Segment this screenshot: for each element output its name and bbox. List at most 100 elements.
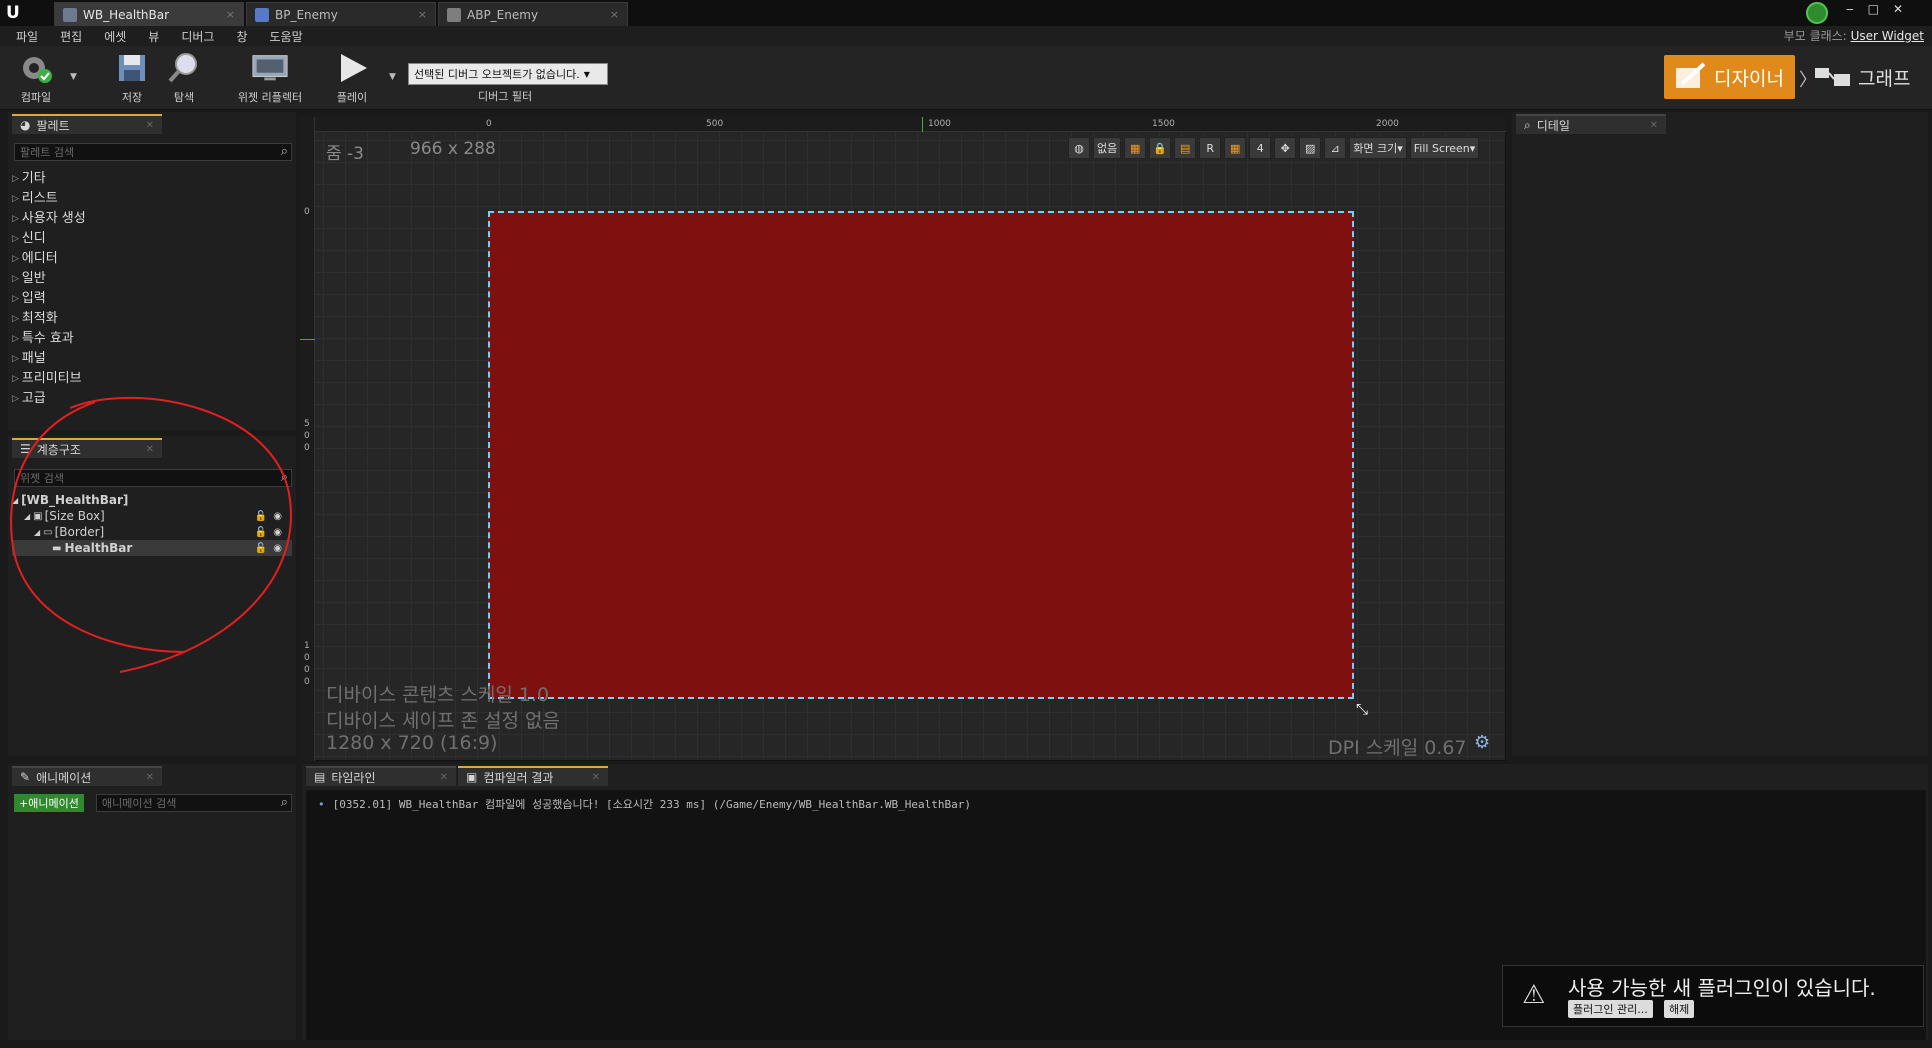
menu-help[interactable]: 도움말 bbox=[270, 28, 303, 45]
designer-mode-button[interactable]: 디자이너 bbox=[1664, 55, 1795, 99]
palette-category[interactable]: 사용자 생성 bbox=[12, 207, 86, 226]
palette-category[interactable]: 입력 bbox=[12, 287, 46, 306]
notification-text: 사용 가능한 새 플러그인이 있습니다. bbox=[1568, 976, 1876, 1000]
compile-options-chevron-icon[interactable]: ▼ bbox=[70, 72, 77, 82]
dismiss-button[interactable]: 해제 bbox=[1664, 1000, 1695, 1018]
preview-resolution: 1280 x 720 (16:9) bbox=[326, 732, 498, 754]
palette-category[interactable]: 기타 bbox=[12, 167, 46, 186]
compiler-icon: ▣ bbox=[466, 770, 478, 784]
save-icon bbox=[113, 50, 151, 86]
details-search-icon: ⌕ bbox=[1524, 117, 1531, 132]
annotation-circle bbox=[10, 396, 292, 673]
search-icon: ⌕ bbox=[280, 795, 288, 810]
tab-compiler-results[interactable]: ▣ 컴파일러 결과 ✕ bbox=[458, 766, 608, 786]
transform-icon[interactable]: ✥ bbox=[1274, 137, 1297, 159]
tab-bp-enemy[interactable]: BP_Enemy × bbox=[246, 2, 436, 26]
parent-class-link[interactable]: User Widget bbox=[1851, 29, 1924, 43]
menu-debug[interactable]: 디버그 bbox=[181, 28, 214, 45]
play-icon bbox=[333, 50, 371, 86]
debug-filter-label: 디버그 필터 bbox=[478, 90, 533, 103]
ruler-left: 0 5 0 0 1 0 0 0 bbox=[300, 117, 315, 761]
tab-timeline[interactable]: ▤ 타임라인 ✕ bbox=[306, 766, 456, 786]
monitor-icon bbox=[251, 50, 289, 86]
gear-icon[interactable]: ⚙ bbox=[1474, 732, 1490, 753]
widget-size: 966 x 288 bbox=[410, 139, 496, 159]
layout-icon[interactable]: ▤ bbox=[1174, 137, 1197, 159]
designer-icon bbox=[1676, 62, 1706, 88]
tab-details[interactable]: ⌕ 디테일 ✕ bbox=[1516, 114, 1666, 134]
parent-class: 부모 클래스: User Widget bbox=[1783, 29, 1924, 43]
palette-search-input[interactable]: 팔레트 검색 ⌕ bbox=[14, 143, 292, 161]
palette-category[interactable]: 특수 효과 bbox=[12, 327, 74, 346]
menu-window[interactable]: 창 bbox=[236, 28, 247, 45]
respect-locks-button[interactable]: R bbox=[1199, 137, 1222, 159]
tab-palette[interactable]: ◕ 팔레트 ✕ bbox=[12, 114, 162, 134]
dpi-scale: DPI 스케일 0.67 bbox=[1328, 737, 1467, 759]
close-icon[interactable]: ✕ bbox=[146, 772, 154, 783]
title-bar: U WB_HealthBar × BP_Enemy × ABP_Enemy × … bbox=[0, 0, 1932, 26]
source-control-icon[interactable] bbox=[1806, 2, 1828, 24]
widget-reflector-button[interactable]: 위젯 리플렉터 bbox=[230, 50, 310, 105]
blueprint-icon bbox=[255, 7, 269, 22]
ruler-marker bbox=[922, 117, 923, 132]
palette-category[interactable]: 패널 bbox=[12, 347, 46, 366]
zoom-level: 줌 -3 bbox=[326, 144, 364, 164]
canvas-toolbar: ◍ 없음 ▦ 🔒 ▤ R ▦ 4 ✥ ▨ ⊿ 화면 크기 ▾ Fill Scree… bbox=[1068, 137, 1480, 159]
fill-screen-dropdown[interactable]: Fill Screen ▾ bbox=[1409, 137, 1480, 159]
close-icon[interactable]: ✕ bbox=[592, 772, 600, 783]
lock-icon[interactable]: 🔒 bbox=[1149, 137, 1172, 159]
close-tab-icon[interactable]: × bbox=[226, 8, 235, 21]
magnifier-icon bbox=[165, 50, 203, 86]
animation-search-input[interactable]: 애니메이션 검색 ⌕ bbox=[96, 794, 292, 812]
grid-snap-button[interactable]: 4 bbox=[1249, 137, 1272, 159]
palette-category[interactable]: 프리미티브 bbox=[12, 367, 82, 386]
widget-blueprint-icon bbox=[63, 7, 77, 22]
palette-icon: ◕ bbox=[20, 118, 31, 132]
palette-category[interactable]: 신디 bbox=[12, 227, 46, 246]
bullet-icon: • bbox=[318, 798, 325, 811]
healthbar-widget[interactable] bbox=[488, 211, 1354, 699]
screen-size-dropdown[interactable]: 화면 크기 ▾ bbox=[1349, 137, 1407, 159]
tab-animations[interactable]: ✎ 애니메이션 ✕ bbox=[12, 766, 162, 786]
palette-category[interactable]: 에디터 bbox=[12, 247, 58, 266]
resize-handle-icon[interactable]: ⤡ bbox=[1356, 700, 1368, 718]
tab-wb-healthbar[interactable]: WB_HealthBar × bbox=[54, 2, 244, 26]
play-button[interactable]: 플레이 bbox=[322, 50, 382, 105]
close-tab-icon[interactable]: × bbox=[610, 8, 619, 21]
timeline-icon: ▤ bbox=[314, 770, 326, 784]
localize-none-button[interactable]: 없음 bbox=[1093, 137, 1122, 159]
save-button[interactable]: 저장 bbox=[102, 50, 162, 105]
unreal-logo-icon[interactable]: U bbox=[6, 3, 20, 23]
compile-icon bbox=[17, 50, 55, 86]
play-options-chevron-icon[interactable]: ▼ bbox=[389, 72, 396, 82]
animation-icon: ✎ bbox=[20, 770, 31, 784]
window-controls[interactable]: ‒□✕ bbox=[1846, 2, 1917, 16]
image-icon[interactable]: ▨ bbox=[1299, 137, 1322, 159]
grid-icon[interactable]: ▦ bbox=[1224, 137, 1247, 159]
palette-category[interactable]: 최적화 bbox=[12, 307, 58, 326]
menu-edit[interactable]: 편집 bbox=[60, 28, 82, 45]
safe-zone-setting: 디바이스 세이프 존 설정 없음 bbox=[326, 710, 560, 732]
mirror-icon[interactable]: ⊿ bbox=[1324, 137, 1347, 159]
compile-button[interactable]: 컴파일 bbox=[6, 50, 66, 105]
tab-abp-enemy[interactable]: ABP_Enemy × bbox=[438, 2, 628, 26]
ruler-marker bbox=[300, 339, 315, 340]
close-tab-icon[interactable]: × bbox=[418, 8, 427, 21]
close-icon[interactable]: ✕ bbox=[440, 772, 448, 783]
graph-mode-button[interactable]: 그래프 bbox=[1814, 55, 1924, 99]
outline-toggle-icon[interactable]: ▦ bbox=[1124, 137, 1147, 159]
menu-file[interactable]: 파일 bbox=[16, 28, 38, 45]
manage-plugins-button[interactable]: 플러그인 관리... bbox=[1568, 1000, 1653, 1018]
palette-category[interactable]: 일반 bbox=[12, 267, 46, 286]
add-animation-button[interactable]: +애니메이션 bbox=[14, 794, 84, 812]
close-icon[interactable]: ✕ bbox=[1650, 120, 1658, 131]
globe-icon[interactable]: ◍ bbox=[1068, 137, 1090, 159]
debug-object-select[interactable]: 선택된 디버그 오브젝트가 없습니다. ▼ bbox=[408, 63, 608, 85]
close-icon[interactable]: ✕ bbox=[146, 120, 154, 131]
browse-button[interactable]: 탐색 bbox=[154, 50, 214, 105]
menu-view[interactable]: 뷰 bbox=[148, 28, 159, 45]
toolbar: 컴파일 ▼ 저장 탐색 위젯 리플렉터 플레이 ▼ bbox=[0, 46, 1932, 110]
menu-asset[interactable]: 에셋 bbox=[104, 28, 126, 45]
palette-category[interactable]: 리스트 bbox=[12, 187, 58, 206]
details-panel bbox=[1512, 112, 1928, 756]
